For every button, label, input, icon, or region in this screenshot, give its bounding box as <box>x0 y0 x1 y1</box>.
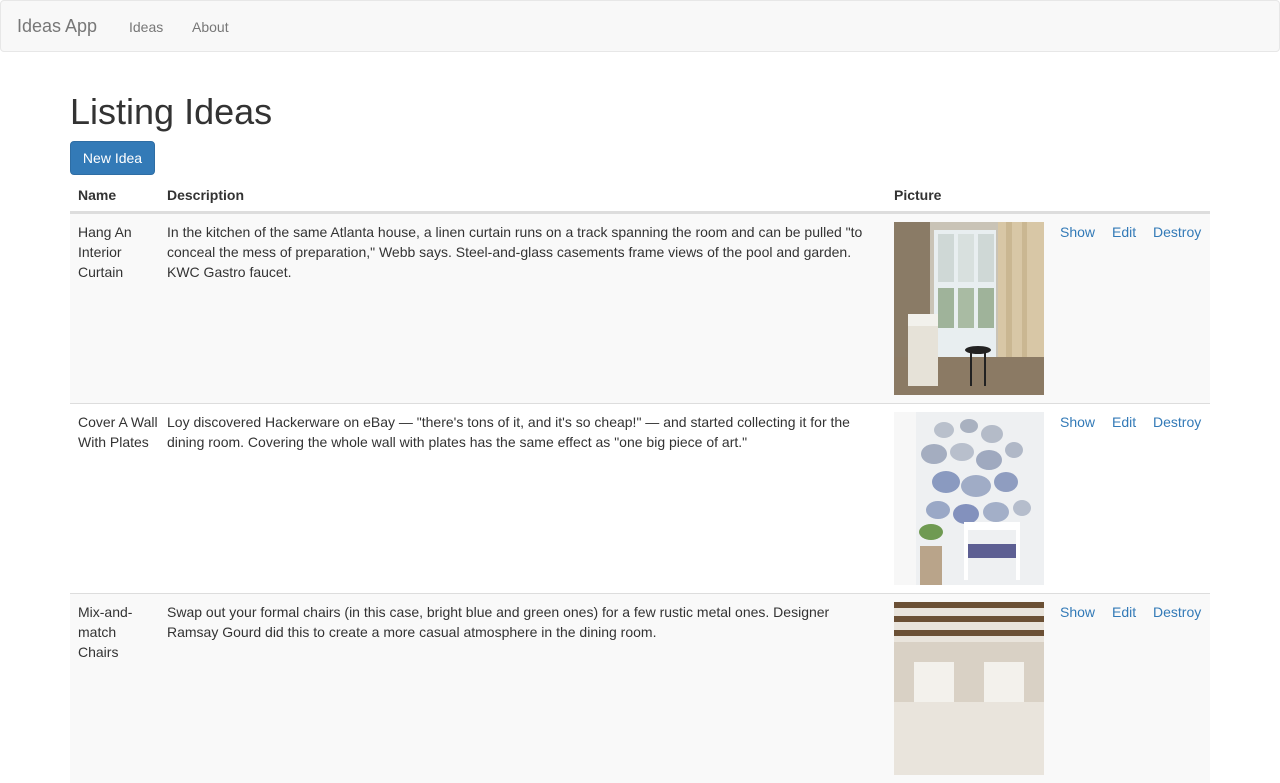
new-idea-button[interactable]: New Idea <box>70 141 155 175</box>
column-header-description: Description <box>167 187 245 203</box>
edit-link[interactable]: Edit <box>1112 222 1136 242</box>
page-title: Listing Ideas <box>70 91 273 132</box>
show-link[interactable]: Show <box>1060 412 1095 432</box>
idea-picture <box>894 222 1044 395</box>
table-header: Name Description Picture <box>70 180 1210 213</box>
table-row: Hang An Interior Curtain In the kitchen … <box>70 213 1210 403</box>
destroy-link[interactable]: Destroy <box>1153 222 1201 242</box>
idea-description: Loy discovered Hackerware on eBay — "the… <box>167 414 850 450</box>
edit-link[interactable]: Edit <box>1112 602 1136 622</box>
ideas-table: Name Description Picture Hang An Interio… <box>70 180 1210 783</box>
idea-description: Swap out your formal chairs (in this cas… <box>167 604 830 640</box>
nav-link-about[interactable]: About <box>192 18 229 36</box>
idea-name: Cover A Wall With Plates <box>78 414 158 450</box>
kitchen-curtain-photo <box>894 222 1044 395</box>
edit-link[interactable]: Edit <box>1112 412 1136 432</box>
destroy-link[interactable]: Destroy <box>1153 602 1201 622</box>
destroy-link[interactable]: Destroy <box>1153 412 1201 432</box>
column-header-picture: Picture <box>894 187 942 203</box>
show-link[interactable]: Show <box>1060 602 1095 622</box>
idea-name: Mix-and-match Chairs <box>78 604 133 660</box>
idea-description: In the kitchen of the same Atlanta house… <box>167 224 863 280</box>
table-row: Mix-and-match Chairs Swap out your forma… <box>70 593 1210 783</box>
brand-link[interactable]: Ideas App <box>17 16 97 36</box>
idea-picture <box>894 602 1044 775</box>
idea-picture <box>894 412 1044 585</box>
show-link[interactable]: Show <box>1060 222 1095 242</box>
top-navbar: Ideas App Ideas About <box>0 0 1280 52</box>
column-header-name: Name <box>78 187 117 203</box>
plate-wall-photo <box>894 412 1044 585</box>
nav-link-ideas[interactable]: Ideas <box>129 18 163 36</box>
table-row: Cover A Wall With Plates Loy discovered … <box>70 403 1210 593</box>
idea-name: Hang An Interior Curtain <box>78 224 132 280</box>
dining-chairs-photo <box>894 602 1044 775</box>
